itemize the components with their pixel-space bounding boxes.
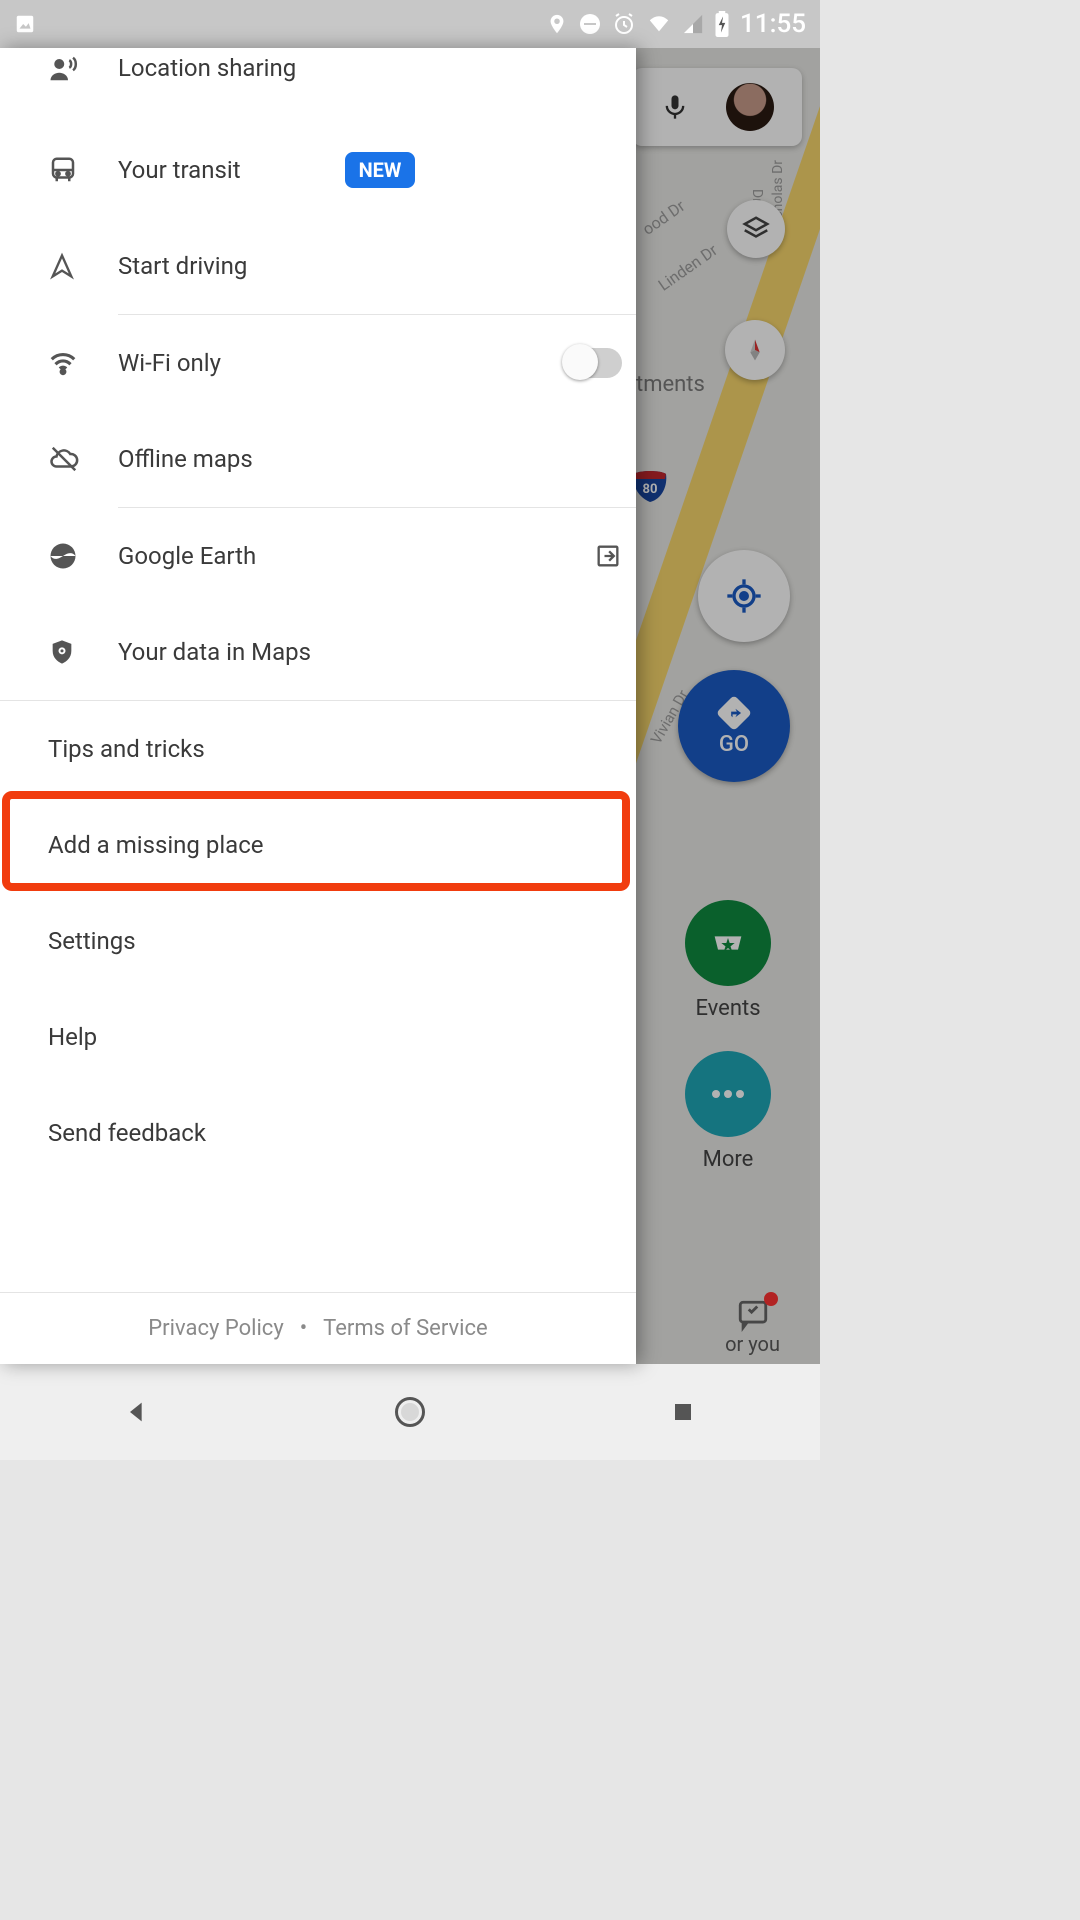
menu-location-sharing[interactable]: Location sharing (0, 48, 636, 122)
battery-charging-icon (714, 11, 730, 37)
screenshot-icon (14, 13, 36, 35)
earth-icon (48, 541, 118, 571)
menu-label: Location sharing (118, 54, 622, 82)
menu-add-missing-place[interactable]: Add a missing place (0, 797, 636, 893)
wifi-icon (48, 348, 118, 378)
menu-label: Help (48, 1023, 622, 1051)
menu-label: Tips and tricks (48, 735, 622, 763)
dnd-icon (578, 12, 602, 36)
menu-label: Your transit (118, 156, 325, 184)
menu-offline-maps[interactable]: Offline maps (0, 411, 636, 507)
wifi-icon (646, 13, 672, 35)
new-badge: NEW (345, 152, 416, 188)
menu-tips[interactable]: Tips and tricks (0, 701, 636, 797)
nav-drawer: Location sharing Your transit NEW Start … (0, 48, 636, 1364)
privacy-shield-icon (48, 637, 118, 667)
menu-label: Your data in Maps (118, 638, 622, 666)
privacy-link[interactable]: Privacy Policy (148, 1316, 283, 1341)
scrim[interactable] (636, 48, 820, 1364)
back-button[interactable] (117, 1392, 157, 1432)
location-sharing-icon (48, 54, 118, 84)
navigation-arrow-icon (48, 252, 118, 280)
menu-send-feedback[interactable]: Send feedback (0, 1085, 636, 1181)
menu-label: Start driving (118, 252, 622, 280)
wifi-only-toggle[interactable] (564, 348, 622, 378)
menu-label: Offline maps (118, 445, 622, 473)
menu-settings[interactable]: Settings (0, 893, 636, 989)
open-external-icon (594, 542, 622, 570)
menu-your-data[interactable]: Your data in Maps (0, 604, 636, 700)
menu-wifi-only[interactable]: Wi-Fi only (0, 315, 636, 411)
menu-help[interactable]: Help (0, 989, 636, 1085)
location-pin-icon (546, 11, 568, 37)
bus-icon (48, 155, 118, 185)
recents-button[interactable] (663, 1392, 703, 1432)
cloud-off-icon (48, 444, 118, 474)
menu-start-driving[interactable]: Start driving (0, 218, 636, 314)
status-clock: 11:55 (740, 9, 806, 39)
menu-your-transit[interactable]: Your transit NEW (0, 122, 636, 218)
menu-label: Send feedback (48, 1119, 622, 1147)
menu-label: Google Earth (118, 542, 594, 570)
menu-label: Add a missing place (48, 831, 622, 859)
alarm-icon (612, 12, 636, 36)
terms-link[interactable]: Terms of Service (323, 1316, 488, 1341)
menu-label: Settings (48, 927, 622, 955)
home-button[interactable] (390, 1392, 430, 1432)
android-nav-bar (0, 1364, 820, 1460)
status-bar: 11:55 (0, 0, 820, 48)
drawer-footer: Privacy Policy • Terms of Service (0, 1292, 636, 1364)
separator-dot: • (300, 1316, 307, 1341)
cell-signal-icon (682, 13, 704, 35)
menu-label: Wi-Fi only (118, 349, 564, 377)
menu-google-earth[interactable]: Google Earth (0, 508, 636, 604)
